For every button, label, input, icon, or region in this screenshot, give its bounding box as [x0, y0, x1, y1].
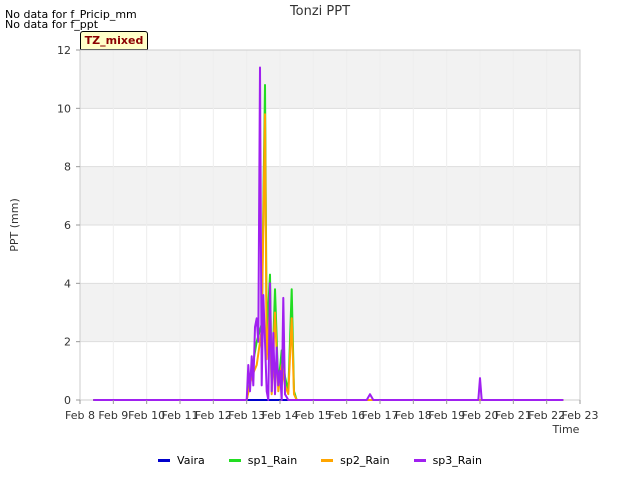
- x-tick-label: Feb 16: [328, 409, 365, 422]
- y-tick-label: 0: [64, 394, 71, 407]
- legend-swatch-sp1-rain: [228, 459, 241, 462]
- y-tick-label: 4: [64, 277, 71, 290]
- y-tick-label: 2: [64, 336, 71, 349]
- x-tick-label: Feb 9: [98, 409, 128, 422]
- x-tick-label: Feb 10: [128, 409, 165, 422]
- legend-swatch-sp3-rain: [413, 459, 426, 462]
- x-tick-label: Feb 15: [295, 409, 332, 422]
- y-tick-label: 8: [64, 161, 71, 174]
- series-line-sp3-rain: [93, 66, 564, 401]
- x-tick-label: Feb 17: [362, 409, 399, 422]
- legend-item-sp2-rain[interactable]: sp2_Rain: [321, 454, 390, 467]
- x-tick-label: Feb 11: [162, 409, 199, 422]
- x-tick-label: Feb 18: [395, 409, 432, 422]
- y-tick-label: 6: [64, 219, 71, 232]
- plot-band: [80, 283, 580, 342]
- series-line-sp2-rain: [93, 113, 564, 401]
- legend-item-sp1-rain[interactable]: sp1_Rain: [228, 454, 298, 467]
- legend-swatch-vaira: [158, 459, 171, 462]
- legend-item-vaira[interactable]: Vaira: [158, 454, 205, 467]
- x-tick-label: Feb 22: [528, 409, 565, 422]
- legend-label-sp1-rain: sp1_Rain: [247, 454, 298, 467]
- legend: Vaira sp1_Rain sp2_Rain sp3_Rain: [0, 454, 640, 467]
- legend-label-vaira: Vaira: [177, 454, 205, 467]
- x-tick-label: Feb 21: [495, 409, 532, 422]
- plot-band: [80, 50, 580, 109]
- legend-label-sp3-rain: sp3_Rain: [432, 454, 482, 467]
- legend-label-sp2-rain: sp2_Rain: [340, 454, 390, 467]
- plot-bands: [80, 50, 580, 342]
- series-layer: [93, 66, 564, 401]
- x-tick-label: Feb 19: [428, 409, 465, 422]
- y-axis-label: PPT (mm): [8, 198, 21, 252]
- x-tick-label: Feb 8: [65, 409, 95, 422]
- legend-item-sp3-rain[interactable]: sp3_Rain: [413, 454, 482, 467]
- x-tick-label: Feb 23: [562, 409, 599, 422]
- y-tick-label: 10: [57, 102, 71, 115]
- legend-swatch-sp2-rain: [321, 459, 334, 462]
- x-tick-label: Feb 14: [262, 409, 299, 422]
- x-tick-label: Feb 20: [462, 409, 499, 422]
- plot-band: [80, 166, 580, 225]
- y-tick-label: 12: [57, 44, 71, 57]
- chart-canvas: 024681012Feb 8 Feb 9 Feb 10Feb 11Feb 12Feb…: [8, 44, 599, 436]
- x-tick-label: Feb 12: [195, 409, 232, 422]
- x-tick-label: Feb 13: [228, 409, 265, 422]
- x-axis-label: Time: [552, 423, 580, 436]
- series-line-sp1-rain: [93, 84, 564, 401]
